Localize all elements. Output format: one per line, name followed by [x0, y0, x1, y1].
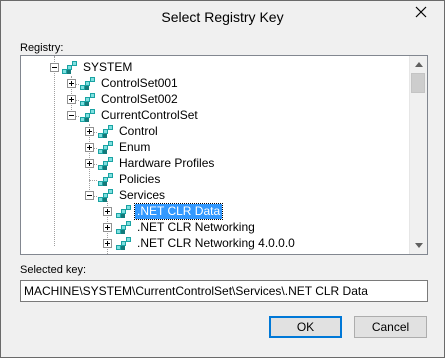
tree-item-net-clr-networking-4[interactable]: .NET CLR Networking 4.0.0.0: [21, 236, 410, 252]
tree-item-net-clr-networking[interactable]: .NET CLR Networking: [21, 220, 410, 236]
tree-item-currentcontrolset[interactable]: CurrentControlSet: [21, 108, 410, 124]
expand-toggle[interactable]: [85, 143, 94, 152]
scroll-down-button[interactable]: [410, 237, 427, 254]
tree-item-controlset002[interactable]: ControlSet002: [21, 92, 410, 108]
dialog-window: Select Registry Key Registry: SYSTEM Con…: [0, 0, 445, 358]
ok-button[interactable]: OK: [269, 316, 342, 338]
tree-item-label: ControlSet002: [101, 92, 178, 106]
registry-key-icon: [98, 173, 113, 186]
close-icon: [415, 6, 427, 18]
close-button[interactable]: [404, 1, 438, 23]
tree-item-system[interactable]: SYSTEM: [21, 60, 410, 76]
tree-item-label: CurrentControlSet: [101, 108, 198, 122]
tree-item-label: Hardware Profiles: [119, 156, 215, 170]
tree-item-net-clr-data[interactable]: .NET CLR Data: [21, 203, 410, 220]
registry-key-icon: [80, 109, 95, 122]
expand-toggle[interactable]: [103, 239, 112, 248]
tree-item-label-selected: .NET CLR Data: [133, 203, 224, 220]
registry-tree[interactable]: SYSTEM ControlSet001 ControlSet002 Curre…: [20, 55, 428, 255]
tree-item-label: Services: [119, 188, 166, 202]
collapse-toggle[interactable]: [85, 191, 94, 200]
tree-item-label: .NET CLR Networking 4.0.0.0: [137, 236, 295, 250]
selected-key-field[interactable]: MACHINE\SYSTEM\CurrentControlSet\Service…: [20, 280, 428, 302]
registry-key-icon: [98, 141, 113, 154]
expand-toggle[interactable]: [67, 95, 76, 104]
registry-key-icon: [80, 93, 95, 106]
tree-item-hardware-profiles[interactable]: Hardware Profiles: [21, 156, 410, 172]
registry-label: Registry:: [20, 42, 64, 54]
scroll-up-arrow-icon: [414, 62, 423, 67]
tree-item-enum[interactable]: Enum: [21, 140, 410, 156]
tree-item-label: Enum: [119, 140, 151, 154]
expand-toggle[interactable]: [85, 159, 94, 168]
scroll-down-arrow-icon: [414, 243, 423, 248]
tree-item-label: ControlSet001: [101, 76, 178, 90]
tree-item-label: .NET CLR Networking: [137, 220, 255, 234]
tree-item-controlset001[interactable]: ControlSet001: [21, 76, 410, 92]
cancel-button[interactable]: Cancel: [354, 316, 427, 338]
registry-key-icon: [98, 125, 113, 138]
collapse-toggle[interactable]: [50, 63, 59, 72]
vertical-scrollbar[interactable]: [409, 56, 427, 254]
tree-item-label: Control: [119, 124, 158, 138]
registry-key-icon: [62, 61, 77, 74]
title-bar[interactable]: Select Registry Key: [1, 1, 444, 32]
expand-toggle[interactable]: [67, 79, 76, 88]
tree-item-services[interactable]: Services: [21, 188, 410, 204]
tree-item-policies[interactable]: Policies: [21, 172, 410, 188]
expand-toggle[interactable]: [103, 207, 112, 216]
selected-key-label: Selected key:: [20, 264, 87, 276]
registry-key-icon: [98, 189, 113, 202]
registry-key-icon: [116, 205, 131, 218]
tree-item-label: SYSTEM: [83, 60, 133, 74]
scroll-up-button[interactable]: [410, 56, 427, 73]
tree-item-control[interactable]: Control: [21, 124, 410, 140]
expand-toggle[interactable]: [85, 127, 94, 136]
window-title: Select Registry Key: [161, 9, 284, 25]
registry-key-icon: [80, 77, 95, 90]
scroll-thumb[interactable]: [411, 73, 425, 93]
tree-viewport: SYSTEM ControlSet001 ControlSet002 Curre…: [21, 56, 410, 254]
registry-key-icon: [116, 221, 131, 234]
tree-item-label: Policies: [119, 172, 161, 186]
expand-toggle[interactable]: [103, 223, 112, 232]
collapse-toggle[interactable]: [67, 111, 76, 120]
registry-key-icon: [116, 237, 131, 250]
registry-key-icon: [98, 157, 113, 170]
